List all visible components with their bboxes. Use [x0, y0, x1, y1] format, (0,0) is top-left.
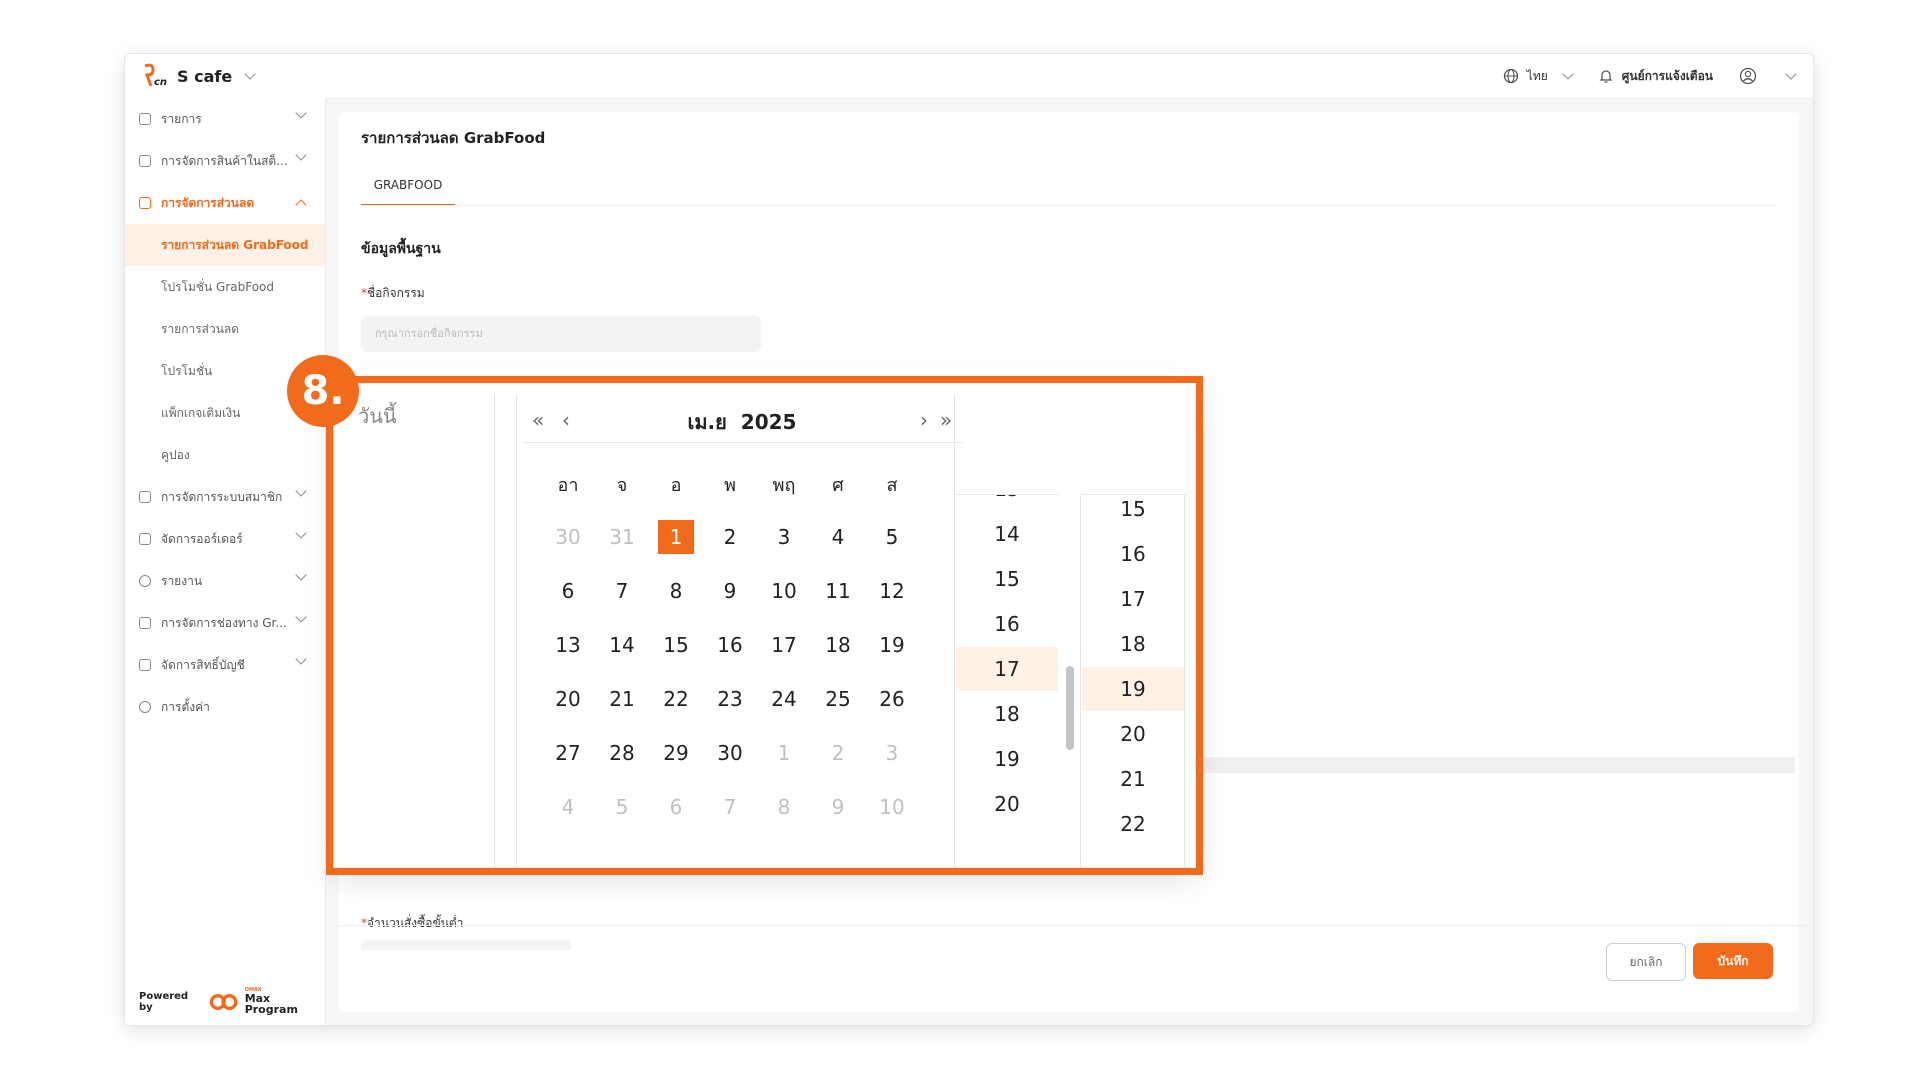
chevron-down-icon — [1562, 68, 1574, 80]
chevron-down-icon — [244, 68, 256, 80]
cancel-button[interactable]: ยกเลิก — [1606, 943, 1686, 981]
sidebar-item-label: การจัดการส่วนลด — [161, 195, 255, 210]
activity-name-label-text: ชื่อกิจกรรม — [367, 286, 425, 300]
min-order-label: *จำนวนสั่งซื้อขั้นต่ำ — [361, 914, 463, 933]
store-icon — [139, 155, 151, 167]
sidebar-item-reports[interactable]: รายงาน — [125, 560, 325, 602]
footer-divider — [338, 925, 1812, 926]
user-menu[interactable] — [1739, 67, 1797, 85]
tab-grabfood[interactable]: GRABFOOD — [361, 170, 455, 206]
chevron-down-icon — [295, 569, 307, 581]
page-title: รายการส่วนลด GrabFood — [361, 129, 546, 147]
sidebar-item-settings[interactable]: การตั้งค่า — [125, 686, 325, 728]
chevron-down-icon — [295, 107, 307, 119]
notification-center[interactable]: ศูนย์การแจ้งเตือน — [1598, 67, 1713, 86]
sidebar-subitem-discount-list[interactable]: รายการส่วนลด — [125, 308, 325, 350]
chevron-down-icon — [295, 149, 307, 161]
svg-text:cn: cn — [154, 77, 167, 88]
sidebar-item-label: การตั้งค่า — [161, 699, 210, 714]
language-selector[interactable]: ไทย — [1503, 67, 1574, 86]
chevron-down-icon — [295, 527, 307, 539]
sidebar-item-label: จัดการออร์เดอร์ — [161, 531, 243, 546]
gear-icon — [139, 701, 151, 713]
activity-name-input[interactable]: กรุณากรอกชื่อกิจกรรม — [361, 316, 761, 352]
discount-icon — [139, 197, 151, 209]
max-program-logo-icon — [210, 993, 238, 1010]
step-highlight-frame — [326, 376, 1203, 875]
sidebar-item-account-permissions[interactable]: จัดการสิทธิ์บัญชี — [125, 644, 325, 686]
sidebar-item-label: รายการ — [161, 111, 202, 126]
sidebar-item-membership[interactable]: การจัดการระบบสมาชิก — [125, 476, 325, 518]
sidebar-subitem-grabfood-discounts[interactable]: รายการส่วนลด GrabFood — [125, 224, 325, 266]
sidebar-item-label: จัดการสิทธิ์บัญชี — [161, 657, 245, 672]
chevron-up-icon — [295, 199, 307, 211]
powered-by-label: Powered by — [139, 990, 189, 1013]
chevron-down-icon — [295, 611, 307, 623]
channels-icon — [139, 617, 151, 629]
min-order-input[interactable] — [361, 940, 571, 950]
sidebar-subitem-coupons[interactable]: คูปอง — [125, 434, 325, 476]
user-avatar-icon — [1739, 67, 1757, 85]
bell-icon — [1599, 70, 1613, 83]
powered-by: Powered by OMAX Max Program — [139, 988, 325, 1016]
min-order-label-text: จำนวนสั่งซื้อขั้นต่ำ — [367, 916, 464, 930]
language-label: ไทย — [1526, 68, 1548, 83]
chevron-down-icon — [295, 653, 307, 665]
chevron-down-icon — [1785, 68, 1797, 80]
section-title: ข้อมูลพื้นฐาน — [361, 241, 441, 257]
notification-label: ศูนย์การแจ้งเตือน — [1621, 68, 1713, 83]
globe-icon — [1503, 68, 1518, 84]
document-icon — [139, 113, 151, 125]
sidebar-item-grab-channels[interactable]: การจัดการช่องทาง Gr... — [125, 602, 325, 644]
sidebar-item-label: การจัดการระบบสมาชิก — [161, 489, 283, 504]
sidebar: รายการ การจัดการสินค้าในสต็... การจัดการ… — [125, 98, 326, 1025]
users-icon — [139, 659, 151, 671]
tab-divider — [361, 205, 1777, 206]
sidebar-item-stock[interactable]: การจัดการสินค้าในสต็... — [125, 140, 325, 182]
chevron-down-icon — [295, 485, 307, 497]
step-badge: 8. — [287, 355, 359, 427]
top-bar: cn S cafe ไทย ศูนย์การแจ้งเตือน — [125, 54, 1813, 99]
save-button[interactable]: บันทึก — [1693, 943, 1773, 979]
order-icon — [139, 533, 151, 545]
sidebar-item-label: รายงาน — [161, 573, 203, 588]
activity-name-label: *ชื่อกิจกรรม — [361, 284, 425, 303]
sidebar-item-orders[interactable]: จัดการออร์เดอร์ — [125, 518, 325, 560]
table-header-strip — [1195, 757, 1795, 773]
sidebar-item-label: การจัดการสินค้าในสต็... — [161, 153, 288, 168]
brand-switcher[interactable]: cn S cafe — [141, 63, 256, 89]
clock-icon — [139, 575, 151, 587]
sidebar-subitem-grabfood-promotions[interactable]: โปรโมชั่น GrabFood — [125, 266, 325, 308]
members-icon — [139, 491, 151, 503]
sidebar-item-discounts[interactable]: การจัดการส่วนลด — [125, 182, 325, 224]
sidebar-item-label: การจัดการช่องทาง Gr... — [161, 615, 287, 630]
brand-logo-icon: cn — [141, 63, 171, 89]
brand-name: S cafe — [177, 66, 233, 86]
powered-brand: Max Program — [244, 992, 298, 1016]
sidebar-item-list[interactable]: รายการ — [125, 98, 325, 140]
